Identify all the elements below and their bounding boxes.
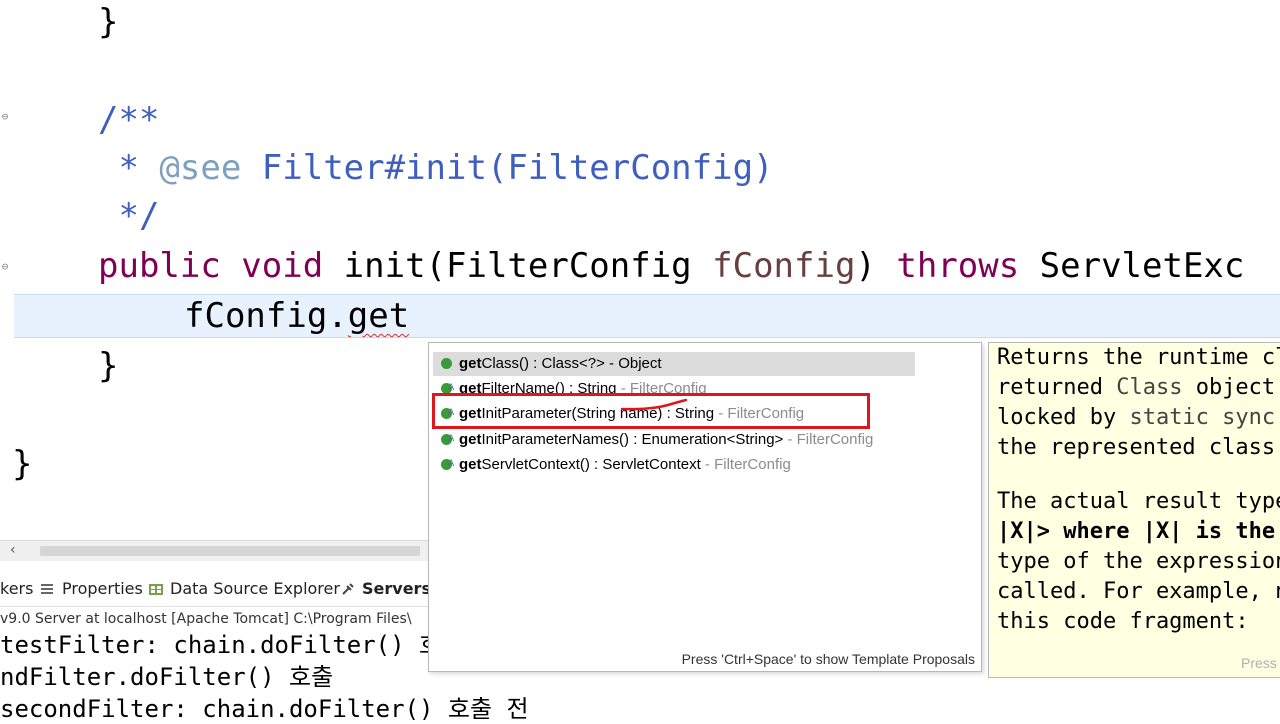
scroll-left-arrow-icon[interactable]: ‹ [10,542,16,558]
code-token: /** [98,100,160,140]
proposal-match: get [459,431,482,448]
code-token: init(FilterConfig [323,246,713,286]
proposal-match: get [459,355,482,372]
code-token: } [98,2,119,42]
keyword: void [220,246,324,286]
javadoc-text-run: this code fragment: [997,609,1249,634]
proposal-item[interactable]: getClass() : Class<?> - Object [433,352,915,376]
javadoc-text: this code fragment: [997,607,1249,637]
javadoc-footer: Press [1241,655,1277,671]
code-token: */ [98,196,160,236]
code-token: } [12,444,33,484]
abstract-method-icon: A [441,459,454,470]
servers-icon [342,582,354,595]
proposal-owner: - FilterConfig [783,431,874,448]
javadoc-text: Returns the runtime cla [997,343,1280,373]
javadoc-text-run: object [1182,375,1276,400]
list-icon [41,583,54,594]
fold-collapse-icon[interactable]: ⊖ [0,111,10,122]
tab-servers[interactable]: Servers [340,579,431,598]
tab-label: Servers [362,579,431,598]
javadoc-text: called. For example, no [997,577,1280,607]
console-line: ndFilter.doFilter() 호출 [0,663,334,691]
content-assist-popup[interactable]: getClass() : Class<?> - Object A getFilt… [428,342,982,672]
keyword: public [98,246,221,286]
javadoc-hover: Returns the runtime cla returned Class o… [988,342,1280,678]
horizontal-scrollbar[interactable]: ‹ [0,540,440,561]
code-line: } [98,346,118,386]
views-tab-bar: kers Properties Data Source Explorer Ser… [0,574,440,604]
red-pen-annotation [620,398,688,411]
fold-collapse-icon[interactable]: ⊖ [0,261,10,272]
javadoc-reference[interactable]: Filter#init(FilterConfig) [241,148,774,188]
code-token: } [98,346,119,386]
code-token: fConfig. [184,296,348,336]
javadoc-text-run: Returns the runtime cla [997,345,1280,370]
javadoc-text: the represented class. [997,433,1280,463]
proposal-signature: InitParameterNames() : Enumeration<Strin… [481,431,784,448]
abstract-method-icon: A [441,434,454,445]
javadoc-text-run: type of the expression [997,549,1280,574]
javadoc-text-run: locked by [997,405,1130,430]
code-token: ServletExc [1019,246,1245,286]
method-signature-line: public void init(FilterConfig fConfig) t… [98,246,1244,286]
proposal-signature: ServletContext() : ServletContext [481,456,701,473]
proposal-signature: Class() : Class<?> [481,355,605,372]
javadoc-text-run: The actual result type [997,489,1280,514]
tab-markers[interactable]: kers [0,579,55,598]
completion-footer: Press 'Ctrl+Space' to show Template Prop… [681,651,975,667]
public-method-icon [441,358,452,369]
proposal-match: get [459,456,482,473]
javadoc-line: * @see Filter#init(FilterConfig) [98,148,774,188]
scrollbar-thumb[interactable] [40,546,420,556]
code-line: } [98,2,118,42]
javadoc-text-run: |X|> where |X| is the [997,519,1276,544]
tab-label: kers [0,579,34,598]
typed-text: get [347,296,410,336]
code-token: ) [855,246,876,286]
proposal-owner: - Object [604,355,662,372]
keyword: throws [875,246,1020,286]
javadoc-text-run: called. For example, no [997,579,1280,604]
javadoc-text: type of the expression [997,547,1280,577]
javadoc-text: locked by static sync [997,403,1275,433]
tab-label: Properties [62,579,143,598]
tab-properties[interactable]: Properties [62,579,143,598]
javadoc-text-run: the represented class. [997,435,1280,460]
proposal-owner: - FilterConfig [700,456,791,473]
code-token: * [98,148,160,188]
tab-label: Data Source Explorer [170,579,340,598]
parameter-name: fConfig [712,246,856,286]
javadoc-text-run: returned [997,375,1117,400]
javadoc-tag: @see [159,148,242,188]
javadoc-line: /** [98,100,159,140]
javadoc-text: The actual result type [997,487,1280,517]
console-line: testFilter: chain.doFilter() 호출 [0,631,464,659]
current-code-line[interactable]: fConfig.get [184,296,409,336]
code-line: } [12,444,32,484]
javadoc-code: static sync [1129,405,1276,430]
tab-data-source-explorer[interactable]: Data Source Explorer [148,579,340,598]
javadoc-code: Class [1116,375,1183,400]
console-header: v9.0 Server at localhost [Apache Tomcat]… [0,606,440,631]
proposal-item[interactable]: A getInitParameterNames() : Enumeration<… [433,428,873,452]
javadoc-text: |X|> where |X| is the [997,517,1275,547]
proposal-item[interactable]: A getServletContext() : ServletContext -… [433,453,791,477]
javadoc-line: */ [98,196,159,236]
database-icon [149,583,163,595]
javadoc-text: returned Class object [997,373,1275,403]
